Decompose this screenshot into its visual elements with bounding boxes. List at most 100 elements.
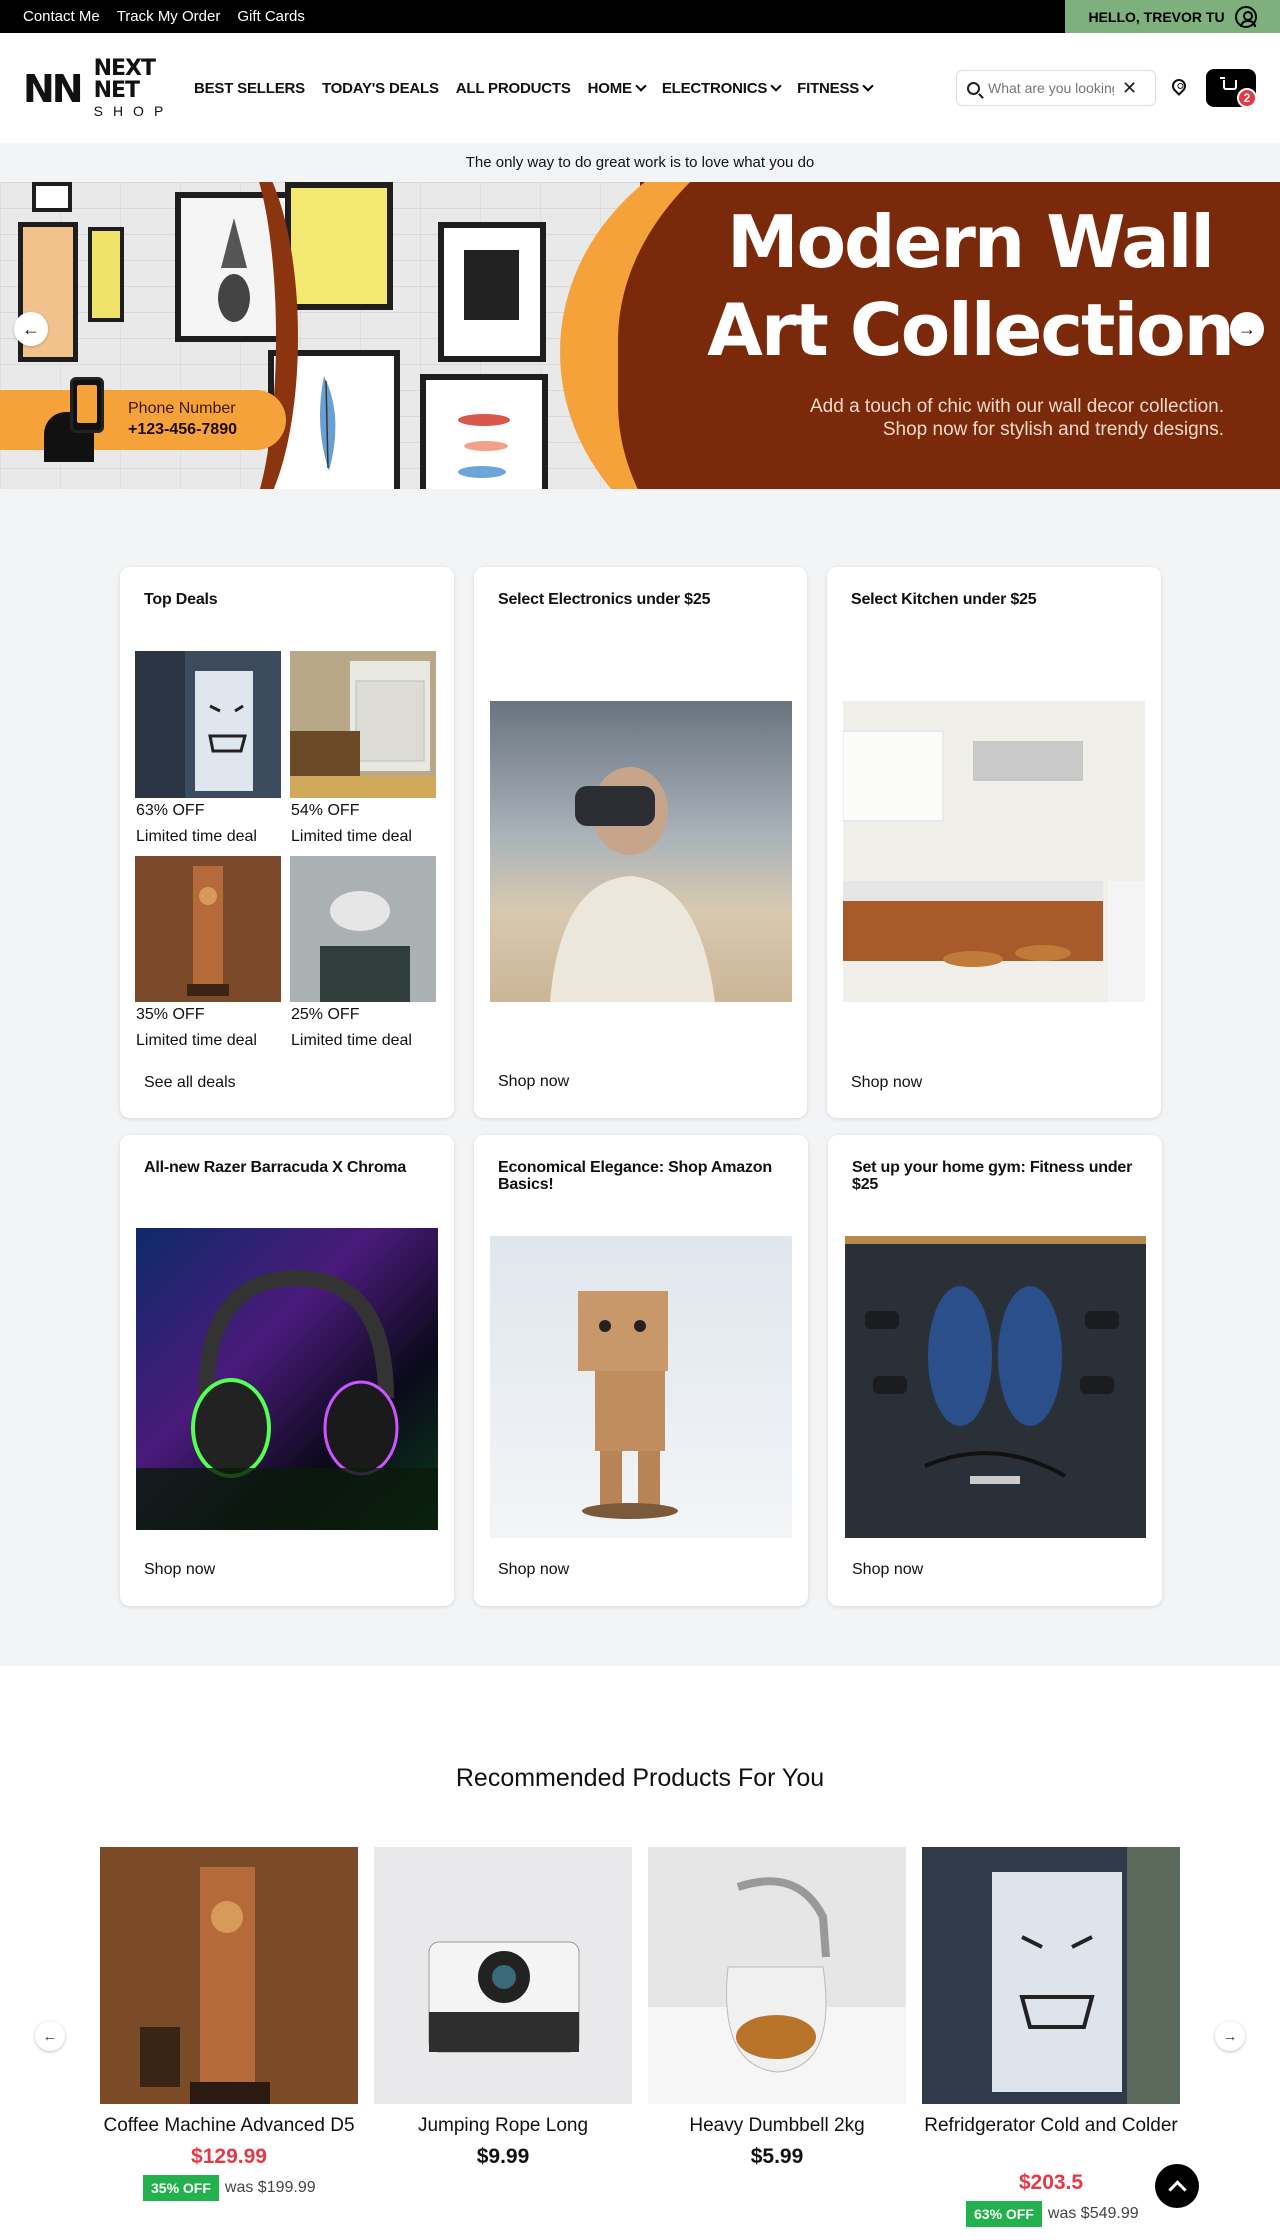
chevron-right-icon: → [1222, 2027, 1238, 2045]
hero-next-button[interactable]: → [1230, 312, 1264, 346]
deal-image-dishwasher[interactable] [290, 651, 436, 798]
card-title: Set up your home gym: Fitness under $25 [852, 1159, 1133, 1193]
shop-now-link[interactable]: Shop now [498, 1073, 569, 1091]
product-name[interactable]: Coffee Machine Advanced D5 [100, 2113, 358, 2139]
cart-icon [1220, 77, 1237, 90]
electronics-image[interactable] [490, 701, 792, 1002]
gym-image[interactable] [845, 1236, 1146, 1538]
location-pin-icon[interactable] [1169, 76, 1189, 96]
kitchen-scene-image [843, 730, 1145, 1002]
main-nav: BEST SELLERS TODAY'S DEALS ALL PRODUCTS … [194, 33, 874, 143]
card-electronics: Select Electronics under $25 Shop now [474, 567, 807, 1118]
product-price: $9.99 [476, 2145, 530, 2168]
track-order-link[interactable]: Track My Order [117, 8, 221, 25]
nav-todays-deals[interactable]: TODAY'S DEALS [322, 80, 439, 97]
contact-me-link[interactable]: Contact Me [23, 8, 100, 25]
nav-label: HOME [587, 79, 632, 97]
product-discount: 35% OFF was $199.99 [143, 2175, 316, 2201]
cardboard-robot-image [578, 1291, 678, 1519]
product-price: $5.99 [750, 2145, 804, 2168]
shop-now-link[interactable]: Shop now [144, 1561, 215, 1579]
nav-label: FITNESS [797, 79, 860, 97]
deal-note: Limited time deal [291, 1032, 412, 1049]
top-bar: Contact Me Track My Order Gift Cards HEL… [0, 0, 1280, 33]
nav-fitness[interactable]: FITNESS [797, 79, 874, 97]
hero-headline-line2: Art Collection [707, 288, 1235, 372]
product-image[interactable] [648, 1847, 906, 2104]
card-title: All-new Razer Barracuda X Chroma [144, 1159, 407, 1176]
recommended-next-button[interactable]: → [1215, 2021, 1245, 2051]
arrow-left-icon: ← [22, 318, 40, 339]
card-title: Select Electronics under $25 [498, 591, 711, 608]
product-name[interactable]: Refridgerator Cold and Colder [922, 2113, 1180, 2139]
product-image[interactable] [922, 1847, 1180, 2104]
phone-pill: Phone Number +123-456-7890 [0, 390, 286, 450]
product-name[interactable]: Jumping Rope Long [374, 2113, 632, 2139]
recommended-title: Recommended Products For You [455, 1764, 825, 1792]
scroll-to-top-button[interactable] [1155, 2164, 1199, 2208]
danbo-image[interactable] [490, 1236, 792, 1538]
hero-headline-line1: Modern Wall [726, 200, 1215, 284]
quote-banner: The only way to do great work is to love… [0, 143, 1280, 182]
see-all-deals-link[interactable]: See all deals [144, 1074, 236, 1092]
card-kitchen: Select Kitchen under $25 Shop now [827, 567, 1161, 1118]
search-icon[interactable] [967, 81, 980, 95]
chevron-down-icon [635, 80, 647, 92]
card-title: Top Deals [144, 591, 218, 608]
product-price: $129.99 [191, 2145, 267, 2168]
shop-now-link[interactable]: Shop now [498, 1561, 569, 1579]
shop-now-link[interactable]: Shop now [852, 1561, 923, 1579]
gift-cards-link[interactable]: Gift Cards [237, 8, 305, 25]
header: NN NEXT NET SHOP BEST SELLERS TODAY'S DE… [0, 33, 1280, 143]
nav-label: ELECTRONICS [661, 79, 768, 97]
dishwasher-image [290, 661, 436, 798]
nav-electronics[interactable]: ELECTRONICS [661, 79, 782, 97]
logo-mark: NN [23, 67, 84, 111]
cart-count-badge: 2 [1237, 88, 1257, 108]
vr-headset-image [290, 856, 436, 1002]
hero-subtitle: Add a touch of chic with our wall decor … [700, 395, 1224, 441]
card-title: Select Kitchen under $25 [851, 591, 1037, 608]
fridge-image [922, 1847, 1180, 2104]
kitchen-image[interactable] [843, 701, 1145, 1002]
razer-headset-image[interactable] [136, 1228, 438, 1530]
hero-prev-button[interactable]: ← [14, 312, 48, 346]
cart-button[interactable]: 2 [1206, 69, 1257, 108]
product-name[interactable]: Heavy Dumbbell 2kg [648, 2113, 906, 2139]
deal-image-fridge[interactable] [135, 651, 281, 798]
chevron-left-icon: ← [42, 2027, 58, 2045]
fridge-image [135, 651, 253, 798]
product-image[interactable] [374, 1847, 632, 2104]
deal-image-coffee-machine[interactable] [135, 856, 281, 1002]
logo-line2: SHOP [93, 102, 174, 119]
coffee-machine-image [135, 856, 281, 1002]
deal-discount: 35% OFF [136, 1006, 205, 1023]
nav-best-sellers[interactable]: BEST SELLERS [194, 80, 305, 97]
arrow-right-icon: → [1238, 318, 1256, 339]
close-icon[interactable]: ✕ [1122, 78, 1137, 99]
deal-note: Limited time deal [291, 828, 412, 845]
art-frame [285, 182, 393, 310]
deal-image-vr-headset[interactable] [290, 856, 436, 1002]
product-image[interactable] [100, 1847, 358, 2104]
site-logo[interactable]: NN NEXT NET SHOP [23, 57, 173, 119]
shop-now-link[interactable]: Shop now [851, 1074, 922, 1092]
vr-person-image [550, 767, 715, 1002]
hero-banner[interactable]: Modern Wall Art Collection Add a touch o… [0, 182, 1280, 489]
nav-label: BEST SELLERS [194, 79, 305, 97]
deal-note: Limited time deal [136, 828, 257, 845]
product-price: $203.5 [1018, 2171, 1084, 2194]
nav-all-products[interactable]: ALL PRODUCTS [456, 80, 571, 97]
phone-icon [70, 377, 104, 433]
logo-line1: NEXT NET [93, 55, 156, 103]
account-greeting[interactable]: HELLO, TREVOR TU [1065, 0, 1280, 33]
hero-sub-line2: Shop now for stylish and trendy designs. [882, 419, 1224, 440]
nav-label: TODAY'S DEALS [321, 79, 439, 97]
search-input[interactable] [988, 80, 1114, 96]
art-frame [438, 222, 546, 362]
recommended-prev-button[interactable]: ← [35, 2021, 65, 2051]
top-links: Contact Me Track My Order Gift Cards [23, 0, 305, 33]
discount-badge: 63% OFF [966, 2201, 1042, 2227]
deal-note: Limited time deal [136, 1032, 257, 1049]
nav-home[interactable]: HOME [587, 79, 647, 97]
